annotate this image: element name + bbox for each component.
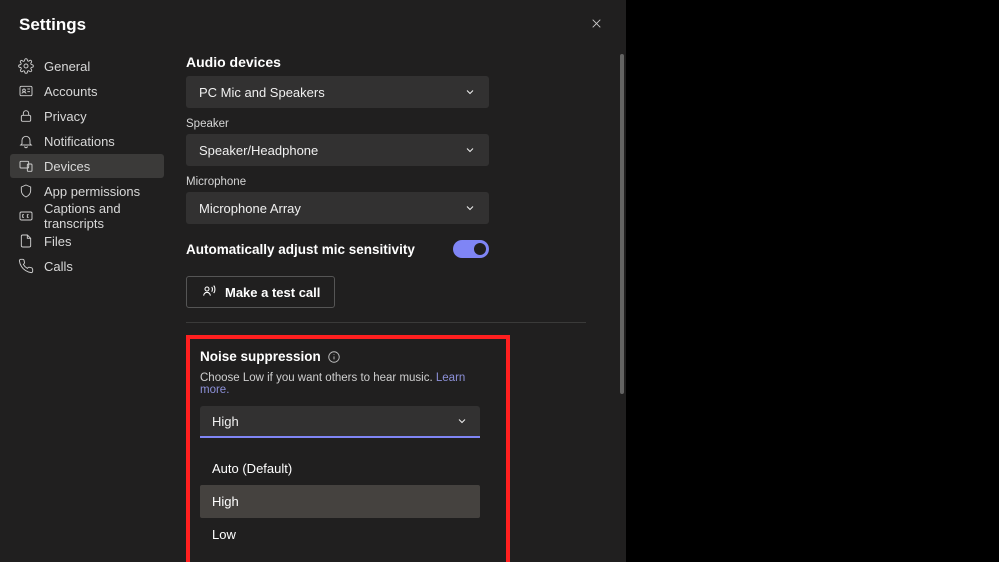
content: Audio devices PC Mic and Speakers Speake… [172, 50, 626, 562]
sidebar-item-devices[interactable]: Devices [10, 154, 164, 178]
file-icon [18, 233, 34, 249]
devices-icon [18, 158, 34, 174]
settings-panel: Settings General Accounts [0, 0, 626, 562]
dropdown-value: Speaker/Headphone [199, 143, 318, 158]
speaker-dropdown[interactable]: Speaker/Headphone [186, 134, 489, 166]
option-auto[interactable]: Auto (Default) [200, 452, 480, 485]
person-voice-icon [201, 283, 217, 302]
lock-icon [18, 108, 34, 124]
make-test-call-button[interactable]: Make a test call [186, 276, 335, 308]
microphone-label: Microphone [186, 176, 612, 188]
noise-suppression-title: Noise suppression [200, 349, 321, 364]
sidebar-item-general[interactable]: General [10, 54, 164, 78]
chevron-down-icon [464, 202, 476, 214]
content-wrap: Audio devices PC Mic and Speakers Speake… [172, 50, 626, 562]
sidebar-item-files[interactable]: Files [10, 229, 164, 253]
id-card-icon [18, 83, 34, 99]
panel-header: Settings [0, 0, 626, 50]
close-icon [590, 17, 603, 34]
scrollbar[interactable] [620, 54, 624, 394]
phone-icon [18, 258, 34, 274]
dropdown-value: PC Mic and Speakers [199, 85, 325, 100]
noise-suppression-highlight: Noise suppression Choose Low if you want… [186, 335, 510, 562]
microphone-dropdown[interactable]: Microphone Array [186, 192, 489, 224]
noise-suppression-dropdown[interactable]: High [200, 406, 480, 438]
sidebar-item-notifications[interactable]: Notifications [10, 129, 164, 153]
chevron-down-icon [464, 86, 476, 98]
button-label: Make a test call [225, 285, 320, 300]
sidebar-item-privacy[interactable]: Privacy [10, 104, 164, 128]
sidebar-item-label: Calls [44, 259, 73, 274]
audio-device-dropdown[interactable]: PC Mic and Speakers [186, 76, 489, 108]
outside-area [626, 0, 999, 562]
sidebar: General Accounts Privacy Notifications [0, 50, 172, 562]
shield-icon [18, 183, 34, 199]
sidebar-item-label: Captions and transcripts [44, 201, 156, 231]
sidebar-item-captions[interactable]: Captions and transcripts [10, 204, 164, 228]
option-low[interactable]: Low [200, 518, 480, 551]
sidebar-item-label: Files [44, 234, 71, 249]
dropdown-options: Auto (Default) High Low Off [200, 452, 480, 562]
sidebar-item-label: Notifications [44, 134, 115, 149]
dropdown-value: High [212, 414, 239, 429]
panel-body: General Accounts Privacy Notifications [0, 50, 626, 562]
speaker-label: Speaker [186, 118, 612, 130]
section-divider [186, 322, 586, 323]
info-icon[interactable] [327, 350, 341, 364]
chevron-down-icon [464, 144, 476, 156]
sidebar-item-label: General [44, 59, 90, 74]
sidebar-item-label: Devices [44, 159, 90, 174]
sidebar-item-app-permissions[interactable]: App permissions [10, 179, 164, 203]
gear-icon [18, 58, 34, 74]
audio-devices-title: Audio devices [186, 50, 612, 70]
captions-icon [18, 208, 34, 224]
sidebar-item-label: App permissions [44, 184, 140, 199]
dropdown-value: Microphone Array [199, 201, 301, 216]
sidebar-item-accounts[interactable]: Accounts [10, 79, 164, 103]
bell-icon [18, 133, 34, 149]
chevron-down-icon [456, 415, 468, 427]
sidebar-item-label: Privacy [44, 109, 87, 124]
sidebar-item-calls[interactable]: Calls [10, 254, 164, 278]
option-high[interactable]: High [200, 485, 480, 518]
noise-suppression-desc: Choose Low if you want others to hear mu… [200, 372, 496, 396]
auto-mic-label: Automatically adjust mic sensitivity [186, 242, 415, 257]
auto-mic-sensitivity-row: Automatically adjust mic sensitivity [186, 240, 489, 258]
panel-title: Settings [19, 15, 86, 35]
option-off[interactable]: Off [200, 551, 480, 562]
close-button[interactable] [582, 11, 610, 39]
auto-mic-toggle[interactable] [453, 240, 489, 258]
sidebar-item-label: Accounts [44, 84, 97, 99]
